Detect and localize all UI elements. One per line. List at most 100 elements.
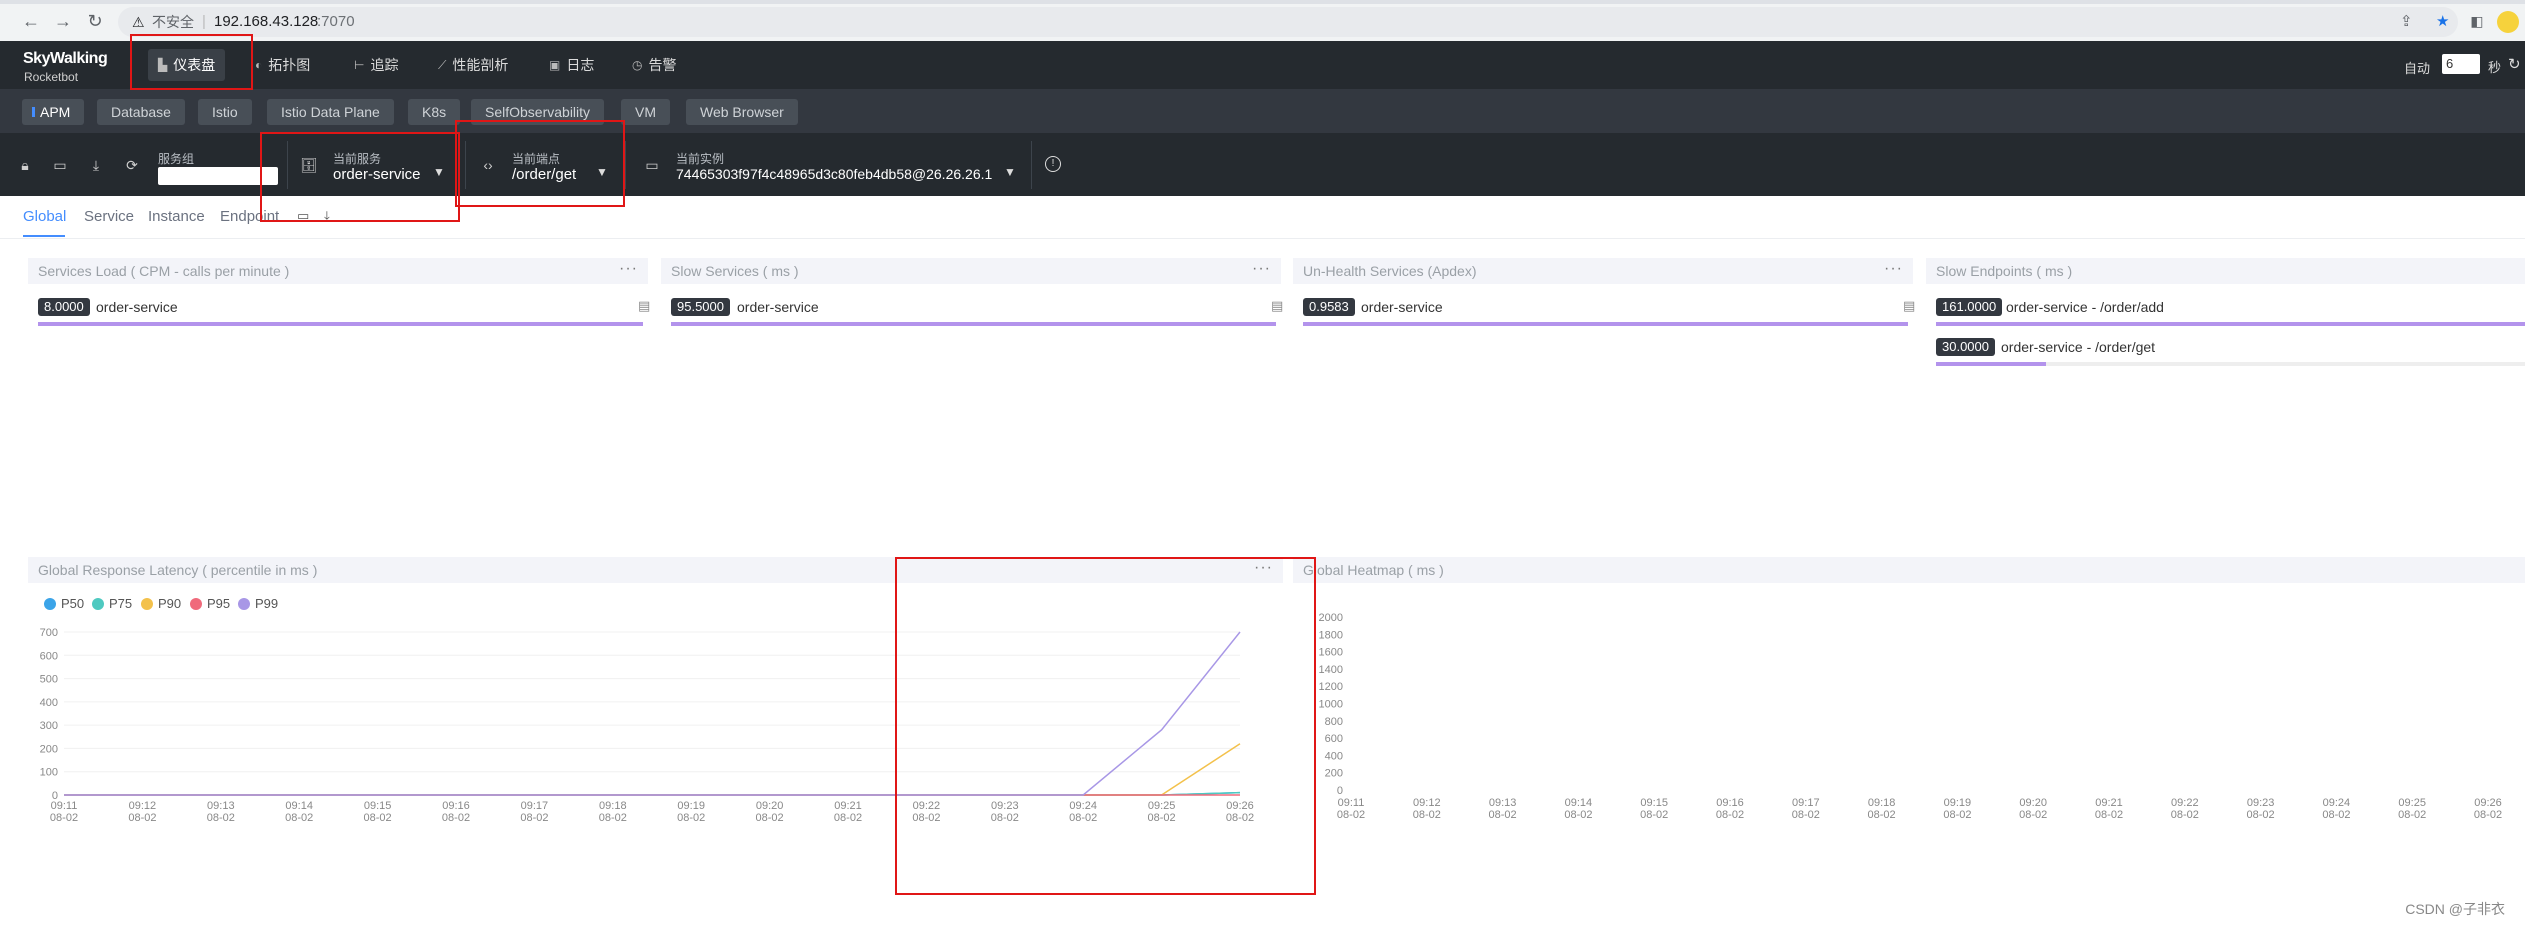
more-icon[interactable]: ··· (1884, 260, 1903, 278)
legend-swatch (190, 597, 202, 610)
bar-fill (1936, 362, 2046, 366)
x-tick-label: 09:26 (2474, 797, 2502, 809)
back-icon[interactable]: ← (20, 10, 42, 32)
list-item[interactable]: 161.0000 order-service - /order/add (1936, 298, 2525, 328)
warning-icon: ⚠ (132, 14, 145, 30)
legend-p90[interactable]: P90 (141, 596, 181, 611)
service-name: order-service (1361, 299, 1443, 315)
forward-icon[interactable]: → (52, 10, 74, 32)
legend-label: P50 (61, 596, 85, 611)
nav-log[interactable]: ▣ 日志 (539, 49, 604, 81)
y-tick-label: 100 (40, 767, 58, 779)
panel-header: Slow Endpoints ( ms ) (1926, 258, 2525, 284)
legend-p99[interactable]: P99 (238, 596, 278, 611)
address-bar[interactable]: ⚠ 不安全 | 192.168.43.128 :7070 ⇪ ★ (118, 7, 2458, 37)
x-tick-label: 09:21 (834, 800, 862, 812)
legend-p95[interactable]: P95 (190, 596, 230, 611)
layer-istio-data-plane[interactable]: Istio Data Plane (267, 99, 394, 125)
y-tick-label: 1200 (1319, 681, 1343, 693)
slow-endpoints-panel: Slow Endpoints ( ms ) 161.0000 order-ser… (1926, 258, 2525, 378)
info-icon[interactable]: ! (1045, 156, 1061, 172)
reload-icon[interactable]: ↻ (84, 10, 106, 32)
x-tick-label: 09:15 (364, 800, 392, 812)
legend-swatch (44, 597, 56, 610)
panel-title: Slow Endpoints ( ms ) (1936, 263, 2073, 279)
y-tick-label: 1800 (1319, 629, 1343, 641)
y-tick-label: 600 (40, 650, 58, 662)
clipboard-icon[interactable]: ▤ (1903, 298, 1915, 314)
clipboard-icon[interactable]: ▤ (638, 298, 650, 314)
x-tick-label: 09:20 (2019, 797, 2047, 809)
list-item[interactable]: 0.9583 order-service ▤ (1303, 298, 1918, 328)
nav-trace[interactable]: ⊢ 追踪 (344, 49, 408, 81)
layer-bar: APM Database Istio Istio Data Plane K8s … (0, 89, 2525, 133)
x-tick-label: 09:11 (51, 800, 78, 812)
browser-toolbar: ← → ↻ ⚠ 不安全 | 192.168.43.128 :7070 ⇪ ★ ◧ (0, 0, 2525, 42)
x-tick-label: 08-02 (1868, 809, 1896, 821)
list-item[interactable]: 30.0000 order-service - /order/get (1936, 338, 2525, 368)
x-tick-label: 08-02 (1337, 809, 1365, 821)
x-tick-label: 08-02 (2474, 809, 2502, 821)
panel-title: Global Response Latency ( percentile in … (38, 562, 318, 578)
y-tick-label: 300 (40, 720, 58, 732)
endpoint-name: order-service - /order/add (2006, 299, 2164, 315)
legend-swatch (141, 597, 153, 610)
profile-avatar[interactable] (2497, 11, 2519, 33)
share-icon[interactable]: ⇪ (2400, 7, 2413, 37)
layer-web-browser[interactable]: Web Browser (686, 99, 798, 125)
x-tick-label: 09:22 (2171, 797, 2199, 809)
tab-global[interactable]: Global (23, 208, 66, 225)
layer-istio[interactable]: Istio (198, 99, 252, 125)
layer-k8s[interactable]: K8s (408, 99, 461, 125)
nav-profile[interactable]: ⟋ 性能剖析 (428, 49, 518, 81)
highlight-box (260, 132, 460, 222)
more-icon[interactable]: ··· (1252, 260, 1271, 278)
nav-alarm[interactable]: ◷ 告警 (622, 49, 686, 81)
bar-fill (1303, 322, 1908, 326)
legend-p50[interactable]: P50 (44, 596, 84, 611)
x-tick-label: 08-02 (2322, 809, 2350, 821)
sync-icon[interactable]: ⟳ (124, 157, 140, 173)
more-icon[interactable]: ··· (619, 260, 638, 278)
y-tick-label: 800 (1325, 716, 1343, 728)
download-icon[interactable]: ⤓ (88, 157, 104, 173)
instance-selector[interactable]: ▭ 当前实例 74465303f97f4c48965d3c80feb4db58@… (626, 141, 1026, 189)
tab-instance[interactable]: Instance (148, 208, 205, 225)
x-tick-label: 08-02 (677, 812, 705, 824)
y-tick-label: 2000 (1319, 612, 1343, 624)
lock-icon[interactable]: 🔒︎ (17, 157, 33, 173)
layer-apm[interactable]: APM (22, 99, 85, 125)
footer-watermark: CSDN @子非衣 (2405, 901, 2505, 917)
refresh-icon[interactable]: ↻ (2508, 55, 2521, 73)
star-icon[interactable]: ★ (2436, 7, 2449, 37)
x-tick-label: 09:16 (1716, 797, 1744, 809)
instance-label: 当前实例 (676, 152, 725, 166)
nav-topology[interactable]: ◐ 拓扑图 (245, 49, 320, 81)
x-tick-label: 08-02 (1640, 809, 1668, 821)
security-text: 不安全 (152, 14, 194, 30)
legend-label: P75 (109, 596, 133, 611)
list-item[interactable]: 95.5000 order-service ▤ (671, 298, 1286, 328)
tab-service[interactable]: Service (84, 208, 134, 225)
legend-label: P95 (207, 596, 231, 611)
service-name: order-service (737, 299, 819, 315)
nav-label: 告警 (648, 57, 677, 73)
list-item[interactable]: 8.0000 order-service ▤ (38, 298, 653, 328)
heatmap-chart: 0 200 400 600 800 1000 1200 1400 1600 1800 2000 09:… (1319, 612, 2503, 821)
value-badge: 30.0000 (1936, 338, 1995, 356)
clipboard-icon[interactable]: ▤ (1271, 298, 1283, 314)
layer-vm[interactable]: VM (621, 99, 670, 125)
y-tick-label: 0 (1337, 785, 1343, 797)
x-tick-label: 08-02 (442, 812, 470, 824)
folder-icon[interactable]: ▭ (52, 157, 68, 173)
x-tick-label: 09:21 (2095, 797, 2123, 809)
layer-database[interactable]: Database (97, 99, 185, 125)
auto-refresh-input[interactable]: 6 (2442, 54, 2480, 74)
seconds-label: 秒 (2488, 60, 2502, 75)
x-tick-label: 08-02 (520, 812, 548, 824)
url-host: 192.168.43.128 (214, 13, 319, 30)
legend-p75[interactable]: P75 (92, 596, 132, 611)
sidepanel-icon[interactable]: ◧ (2466, 10, 2488, 32)
legend-swatch (238, 597, 250, 610)
value-badge: 161.0000 (1936, 298, 2003, 316)
